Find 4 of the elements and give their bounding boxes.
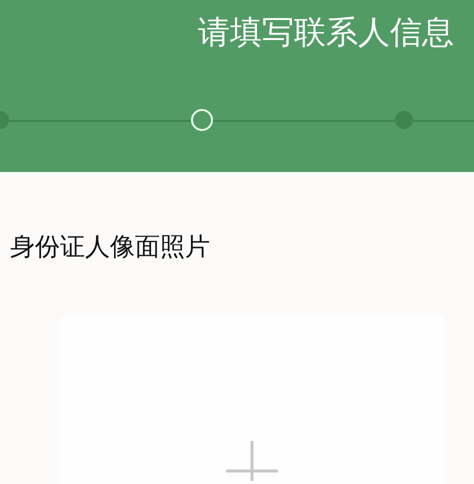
section-label: 身份证人像面照片: [10, 231, 211, 263]
page-title: 请填写联系人信息: [197, 12, 455, 53]
upload-area[interactable]: [60, 316, 444, 484]
plus-icon: [226, 441, 278, 481]
